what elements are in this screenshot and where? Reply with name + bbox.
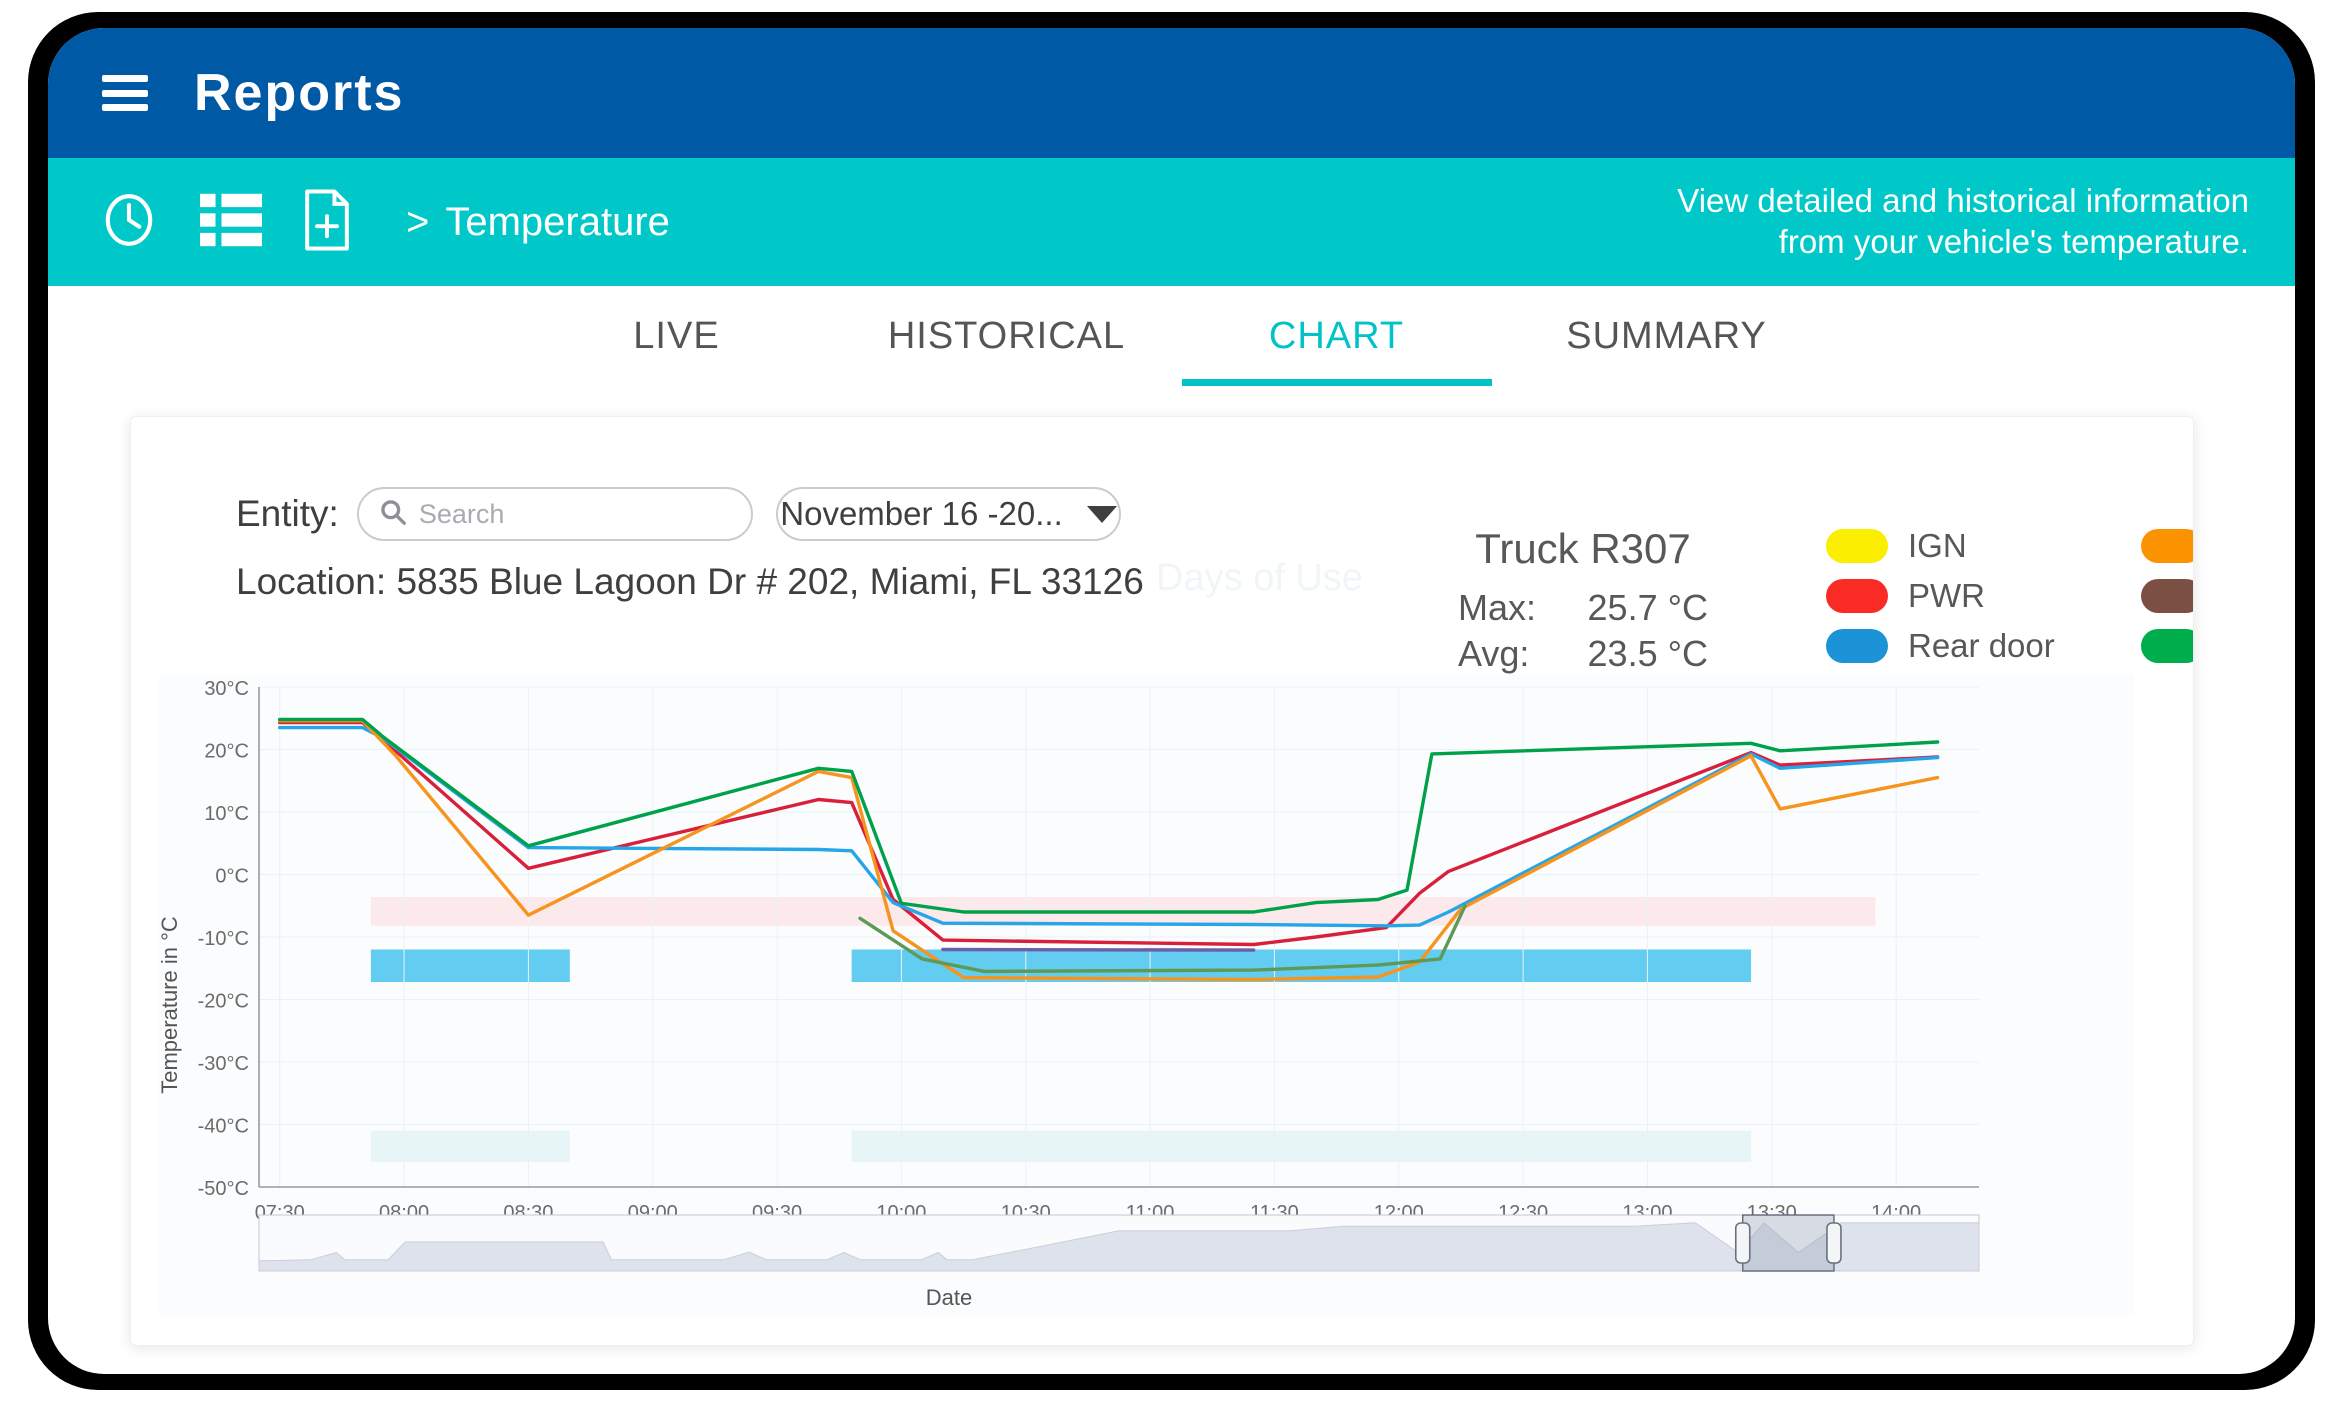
entity-label: Entity: (236, 493, 339, 534)
device-bezel: Reports > Temperature View detailed and … (28, 12, 2315, 1390)
brush-selection (1742, 1214, 1835, 1272)
stat-avg-value: 23.5 °C (1587, 633, 1708, 675)
chart-line (941, 947, 1256, 952)
date-range-value: November 16 -20... (780, 495, 1063, 532)
chevron-right-icon: > (406, 199, 430, 244)
chart-x-axis-title: Date (926, 1285, 972, 1310)
door-open-band-blue (370, 949, 570, 982)
chevron-down-icon (1086, 505, 1117, 523)
stat-avg: Avg: 23.5 °C (1458, 631, 1708, 677)
y-tick-label: 10°C (204, 803, 249, 825)
breadcrumb-label: Temperature (445, 199, 670, 244)
y-tick-label: -10°C (198, 928, 249, 950)
date-range-select[interactable]: November 16 -20... (776, 487, 1121, 541)
legend-column-2: A/C Lock Alarm (2140, 527, 2193, 715)
breadcrumb[interactable]: > Temperature (406, 200, 670, 245)
tab-live[interactable]: LIVE (512, 315, 842, 372)
legend-label-pwr: PWR (1908, 577, 1985, 614)
y-tick-label: 0°C (215, 866, 249, 888)
hamburger-icon[interactable] (102, 75, 148, 111)
search-input[interactable]: Search (356, 487, 753, 541)
stat-avg-label: Avg: (1458, 633, 1530, 675)
legend-item-alarm[interactable]: Alarm (2140, 627, 2193, 665)
pale-band-cyan (851, 1130, 1752, 1162)
app-header: Reports (48, 28, 2295, 158)
sub-header: > Temperature View detailed and historic… (48, 158, 2295, 286)
chart-controls: Entity: Search November 16 -20... Locati… (131, 465, 2193, 720)
chart-time-brush[interactable] (258, 1214, 1980, 1272)
document-add-icon[interactable] (302, 188, 352, 256)
legend-swatch-rear-door (1826, 629, 1888, 663)
y-tick-label: -20°C (198, 991, 249, 1013)
days-of-use-watermark: Days of Use (1156, 557, 1363, 599)
legend-swatch-ac (2140, 529, 2193, 563)
y-tick-label: 20°C (204, 741, 249, 763)
clock-icon[interactable] (98, 189, 160, 256)
chart-y-tick-labels: 30°C 20°C 10°C 0°C -10°C -20°C -30°C -40°C -50°C (198, 678, 249, 1200)
legend-item-rear-door[interactable]: Rear door (1826, 627, 2055, 665)
page-title: Reports (194, 64, 405, 122)
legend-swatch-ign (1826, 529, 1888, 563)
tab-summary[interactable]: SUMMARY (1502, 315, 1832, 372)
y-tick-label: -30°C (198, 1053, 249, 1075)
legend-swatch-lock (2140, 579, 2193, 613)
warn-band-pink (370, 897, 852, 926)
brush-handle-right (1826, 1222, 1842, 1264)
legend-label-ign: IGN (1908, 527, 1967, 564)
tab-historical[interactable]: HISTORICAL (842, 315, 1172, 372)
chart-y-axis-title: Temperature in °C (159, 916, 182, 1094)
search-placeholder: Search (418, 498, 505, 529)
legend-label-rear-door: Rear door (1908, 627, 2055, 664)
stat-max: Max: 25.7 °C (1458, 585, 1708, 631)
search-icon (379, 498, 407, 531)
y-tick-label: -50°C (198, 1178, 249, 1200)
stat-max-value: 25.7 °C (1587, 587, 1708, 628)
subheader-description: View detailed and historical information… (1677, 182, 2249, 261)
chart-card: Entity: Search November 16 -20... Locati… (130, 416, 2194, 1346)
app-screen: Reports > Temperature View detailed and … (48, 28, 2295, 1374)
legend-item-pwr[interactable]: PWR (1826, 577, 2055, 615)
y-tick-label: -40°C (198, 1116, 249, 1138)
list-icon[interactable] (200, 192, 262, 253)
tab-chart[interactable]: CHART (1172, 315, 1502, 372)
legend-swatch-pwr (1826, 579, 1888, 613)
chart-svg: 30°C 20°C 10°C 0°C -10°C -20°C -30°C -40°C -50°C… (159, 678, 1980, 1310)
tab-bar: LIVE HISTORICAL CHART SUMMARY (48, 286, 2295, 400)
entity-filter: Entity: Search (236, 487, 753, 541)
legend-item-ign[interactable]: IGN (1826, 527, 2055, 565)
stat-max-label: Max: (1458, 587, 1537, 628)
location-label: Location: 5835 Blue Lagoon Dr # 202, Mia… (236, 561, 1144, 602)
brush-handle-left (1734, 1222, 1751, 1264)
y-tick-label: 30°C (204, 678, 249, 700)
legend-swatch-alarm (2140, 629, 2193, 663)
legend-item-lock[interactable]: Lock (2140, 577, 2193, 615)
chart-gridlines (259, 686, 1979, 1188)
temperature-chart[interactable]: 30°C 20°C 10°C 0°C -10°C -20°C -30°C -40°C -50°C… (159, 675, 2134, 1315)
vehicle-name: Truck R307 (1475, 525, 1691, 572)
legend-item-ac[interactable]: A/C (2140, 527, 2193, 565)
pale-band-cyan (370, 1130, 570, 1162)
